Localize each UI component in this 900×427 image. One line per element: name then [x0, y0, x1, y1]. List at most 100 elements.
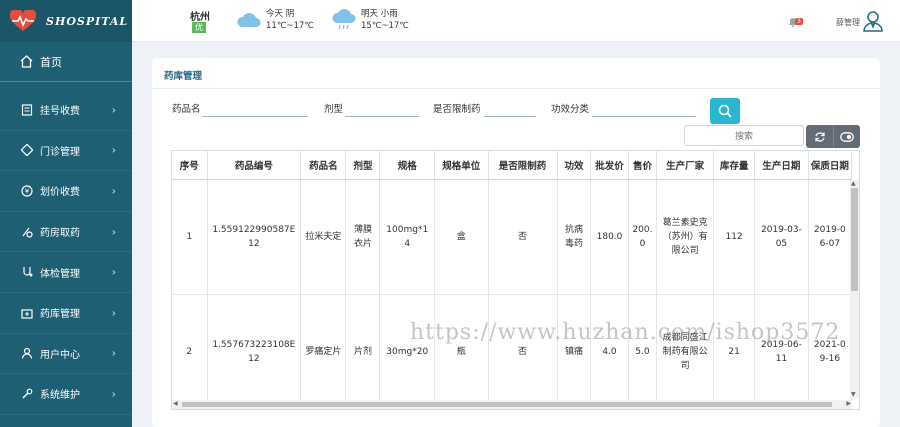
toggle-icon [840, 131, 854, 142]
scroll-left-icon[interactable]: ◀ [173, 400, 178, 407]
table-cell: 2019-06-07 [808, 179, 853, 295]
user-icon [20, 347, 33, 360]
table-row[interactable]: 2 1.557673223108E12 罗痛定片 片剂 30mg*20 瓶 否 … [172, 294, 853, 409]
vertical-scrollbar[interactable]: ▲ ▼ [850, 180, 859, 398]
chevron-right-icon: › [111, 225, 116, 239]
sidebar-item-home[interactable]: 首页 [0, 42, 132, 82]
drug-table: 序号 药品编号 药品名 剂型 规格 规格单位 是否限制药 功效 批发价 售价 生… [171, 150, 860, 410]
table-cell: 5.0 [628, 294, 658, 409]
drug-warehouse-panel: 药库管理 药品名 剂型 是否限制药 功效分类 搜索 序号 药品编号 药品名 剂型… [152, 58, 880, 427]
sidebar-item-system[interactable]: 系统维护 › [0, 374, 132, 415]
drug-name-label: 药品名 [172, 104, 201, 115]
user-name[interactable]: 薛管理 [836, 17, 860, 28]
restricted-input[interactable] [484, 100, 536, 117]
wrench-icon [20, 387, 33, 400]
clinic-icon [20, 144, 33, 157]
column-header[interactable]: 库存量 [713, 151, 756, 180]
table-header-row: 序号 药品编号 药品名 剂型 规格 规格单位 是否限制药 功效 批发价 售价 生… [172, 151, 853, 180]
table-search-input[interactable] [684, 125, 804, 146]
efficacy-label: 功效分类 [551, 104, 590, 115]
sidebar-item-user-center[interactable]: 用户中心 › [0, 334, 132, 375]
sidebar-item-label: 首页 [40, 55, 62, 69]
column-header[interactable]: 功效 [557, 151, 592, 180]
notification-badge: 3 [795, 18, 803, 25]
chevron-right-icon: › [111, 103, 116, 117]
weather-today-label: 今天 阴 [266, 9, 295, 19]
column-header[interactable]: 是否限制药 [488, 151, 558, 180]
table-cell: 葛兰素史克（苏州）有限公司 [656, 179, 714, 295]
home-icon [20, 55, 33, 68]
column-header[interactable]: 规格单位 [434, 151, 489, 180]
aqi-badge: 优 [192, 22, 206, 33]
weather-today-temp: 11℃~17℃ [266, 21, 314, 31]
table-cell: 200.0 [628, 179, 658, 295]
column-header[interactable]: 生产厂家 [656, 151, 714, 180]
table-cell: 1.559122990587E12 [207, 179, 302, 295]
column-header[interactable]: 保质日期 [808, 151, 853, 180]
checkup-icon [20, 266, 33, 279]
sidebar-item-label: 药房取药 [40, 228, 80, 240]
column-header[interactable]: 药品编号 [207, 151, 302, 180]
scroll-thumb[interactable] [182, 402, 832, 407]
sidebar-item-price[interactable]: ¥ 划价收费 › [0, 171, 132, 212]
column-header[interactable]: 售价 [628, 151, 658, 180]
table-cell: 2 [172, 294, 208, 409]
register-icon [20, 103, 33, 116]
column-header[interactable]: 生产日期 [754, 151, 809, 180]
table-cell: 镇痛 [557, 294, 592, 409]
column-header[interactable]: 批发价 [590, 151, 629, 180]
column-header[interactable]: 序号 [172, 151, 208, 180]
search-button[interactable] [710, 98, 740, 124]
app-logo[interactable]: SHOSPITAL [0, 0, 132, 42]
column-header[interactable]: 剂型 [345, 151, 381, 180]
sidebar-item-clinic[interactable]: 门诊管理 › [0, 131, 132, 172]
sidebar-item-pharmacy[interactable]: 药房取药 › [0, 212, 132, 253]
table-cell: 4.0 [590, 294, 629, 409]
table-cell: 21 [713, 294, 756, 409]
table-cell: 成都同盛江制药有限公司 [656, 294, 714, 409]
weather-tomorrow-temp: 15℃~17℃ [361, 21, 409, 31]
cloudy-icon [237, 13, 261, 27]
avatar[interactable] [863, 10, 883, 32]
table-cell: 抗病毒药 [557, 179, 592, 295]
sidebar-item-label: 用户中心 [40, 349, 80, 361]
table-row[interactable]: 1 1.559122990587E12 拉米夫定 薄膜衣片 100mg*14 盒… [172, 179, 853, 295]
dosage-form-input[interactable] [345, 100, 419, 117]
sidebar-item-warehouse[interactable]: 药库管理 › [0, 293, 132, 334]
column-header[interactable]: 规格 [379, 151, 436, 180]
chevron-right-icon: › [111, 306, 116, 320]
heartbeat-logo-icon [10, 10, 36, 31]
weather-tomorrow: 明天 小雨 15℃~17℃ [331, 8, 409, 32]
divider [152, 88, 880, 89]
table-cell: 1 [172, 179, 208, 295]
warehouse-icon [20, 306, 33, 319]
column-header[interactable]: 药品名 [300, 151, 347, 180]
chevron-right-icon: › [111, 265, 116, 279]
table-cell: 薄膜衣片 [345, 179, 381, 295]
efficacy-input[interactable] [592, 100, 696, 117]
table-cell: 100mg*14 [379, 179, 436, 295]
scroll-up-icon[interactable]: ▲ [851, 180, 856, 187]
dosage-form-label: 剂型 [324, 104, 344, 115]
table-cell: 1.557673223108E12 [207, 294, 302, 409]
scroll-thumb[interactable] [851, 188, 858, 291]
drug-name-input[interactable] [202, 100, 308, 117]
restricted-label: 是否限制药 [433, 104, 481, 115]
sidebar-item-checkup[interactable]: 体检管理 › [0, 252, 132, 293]
top-header: 杭州 优 今天 阴 11℃~17℃ 明天 小雨 15℃~17℃ 3 薛管理 [132, 0, 900, 42]
scroll-right-icon[interactable]: ▶ [846, 400, 851, 407]
table-cell: 2019-03-05 [754, 179, 809, 295]
refresh-button[interactable] [806, 125, 833, 148]
table-cell: 盒 [434, 179, 489, 295]
sidebar-item-register[interactable]: 挂号收费 › [0, 90, 132, 131]
table-cell: 2021-09-16 [808, 294, 853, 409]
toggle-view-button[interactable] [833, 125, 860, 148]
weather-today: 今天 阴 11℃~17℃ [236, 8, 314, 32]
sidebar-item-label: 挂号收费 [40, 106, 80, 118]
light-rain-icon [332, 9, 356, 30]
sidebar-nav: 首页 挂号收费 › 门诊管理 › ¥ 划价收费 › 药房取药 › 体检管理 › … [0, 42, 132, 415]
horizontal-scrollbar[interactable]: ◀ ▶ [172, 400, 852, 409]
sidebar-item-label: 划价收费 [40, 187, 80, 199]
scroll-down-icon[interactable]: ▼ [851, 391, 856, 398]
table-cell: 180.0 [590, 179, 629, 295]
